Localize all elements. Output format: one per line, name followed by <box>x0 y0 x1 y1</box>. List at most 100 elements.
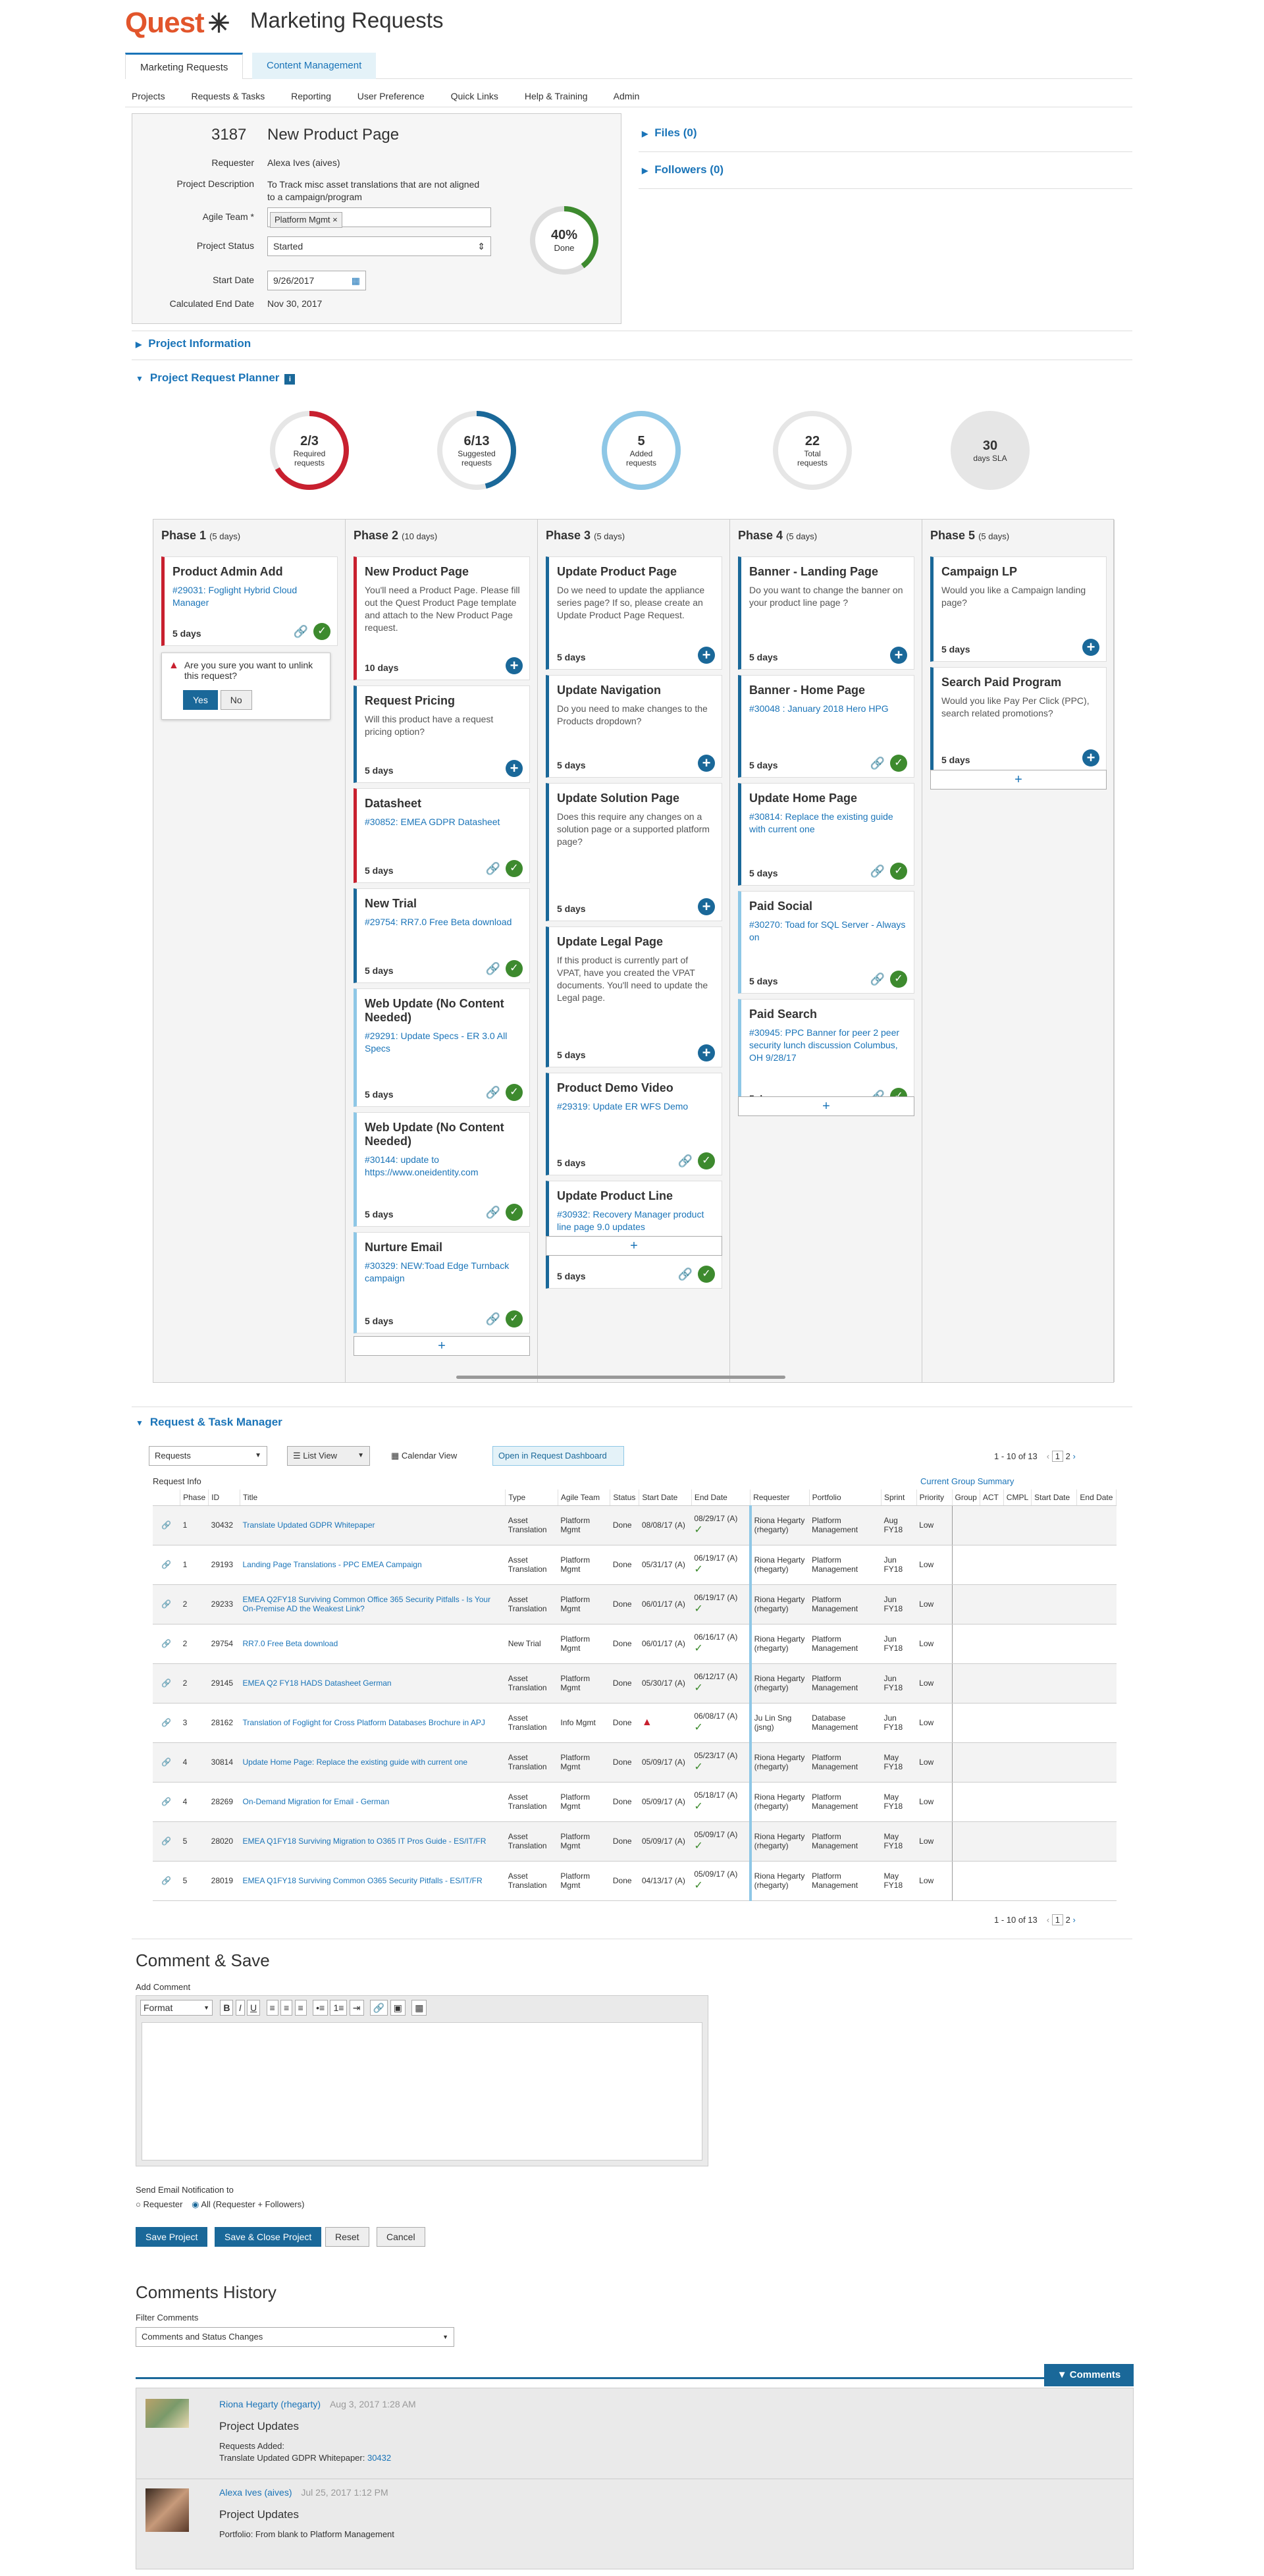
unlink-icon[interactable]: 🔗 <box>486 1206 500 1220</box>
request-card[interactable]: New Trial #29754: RR7.0 Free Beta downloa… <box>354 888 530 983</box>
table-row[interactable]: 🔗 5 28019 EMEA Q1FY18 Surviving Common O365… <box>153 1861 1117 1901</box>
current-group-summary[interactable]: Current Group Summary <box>920 1476 1014 1486</box>
request-card[interactable]: Web Update (No Content Needed) #30144: up… <box>354 1112 530 1227</box>
unlink-icon[interactable]: 🔗 <box>486 1312 500 1326</box>
horizontal-scrollbar[interactable] <box>456 1376 785 1379</box>
page-2[interactable]: 2 <box>1066 1451 1070 1461</box>
row-link-icon[interactable]: 🔗 <box>153 1821 180 1862</box>
prev-page-icon[interactable]: ‹ <box>1047 1915 1049 1925</box>
numbered-list-icon[interactable]: 1≡ <box>330 2000 348 2016</box>
nav-help-training[interactable]: Help & Training <box>525 91 588 101</box>
format-select[interactable]: Format ▼ <box>140 2000 213 2016</box>
align-right-icon[interactable]: ≡ <box>294 2000 307 2016</box>
radio-requester[interactable]: ○ Requester <box>136 2199 182 2209</box>
card-request-link[interactable]: #30270: Toad for SQL Server - Always on <box>749 919 906 944</box>
image-icon[interactable]: ▣ <box>390 2000 406 2016</box>
unlink-icon[interactable]: 🔗 <box>870 865 885 878</box>
row-link-icon[interactable]: 🔗 <box>153 1624 180 1664</box>
nav-requests-tasks[interactable]: Requests & Tasks <box>191 91 265 101</box>
table-header[interactable]: Agile Team <box>558 1489 611 1506</box>
comments-tab[interactable]: ▼ Comments <box>1044 2364 1134 2386</box>
filter-comments-select[interactable]: Comments and Status Changes ▼ <box>136 2327 454 2347</box>
table-header[interactable]: Type <box>505 1489 558 1506</box>
comment-author[interactable]: Alexa Ives (aives) <box>219 2487 292 2498</box>
add-request-icon[interactable]: + <box>506 657 523 674</box>
page-1[interactable]: 1 <box>1051 1914 1063 1925</box>
add-request-icon[interactable]: + <box>1082 749 1099 766</box>
view-select[interactable]: ☰ List View ▼ <box>287 1446 370 1466</box>
add-card-button[interactable]: + <box>546 1236 722 1256</box>
unlink-icon[interactable]: 🔗 <box>870 973 885 986</box>
card-request-link[interactable]: #30814: Replace the existing guide with … <box>749 811 906 836</box>
card-request-link[interactable]: #30945: PPC Banner for peer 2 peer secur… <box>749 1027 906 1064</box>
table-header[interactable]: Start Date <box>639 1489 692 1506</box>
cancel-button[interactable]: Cancel <box>377 2227 425 2247</box>
table-header[interactable]: CMPL <box>1003 1489 1032 1506</box>
add-request-icon[interactable]: + <box>698 755 715 772</box>
prev-page-icon[interactable]: ‹ <box>1047 1451 1049 1461</box>
card-request-link[interactable]: #29031: Foglight Hybrid Cloud Manager <box>172 584 329 609</box>
add-card-button[interactable]: + <box>354 1336 530 1356</box>
calendar-icon[interactable]: ▦ <box>352 271 360 290</box>
request-card[interactable]: Banner - Landing Page Do you want to chan… <box>738 556 914 670</box>
add-card-button[interactable]: + <box>738 1096 914 1116</box>
request-card[interactable]: Request Pricing Will this product have a … <box>354 685 530 783</box>
table-row[interactable]: 🔗 2 29145 EMEA Q2 FY18 HADS Datasheet Germa… <box>153 1663 1117 1704</box>
table-header[interactable]: Sprint <box>881 1489 917 1506</box>
agile-team-field[interactable]: Platform Mgmt × <box>267 207 491 228</box>
followers-toggle[interactable]: ▶ Followers (0) <box>642 163 724 176</box>
table-header[interactable]: End Date <box>691 1489 751 1506</box>
request-card[interactable]: New Product Page You'll need a Product Pa… <box>354 556 530 680</box>
request-card[interactable]: Product Demo Video #29319: Update ER WFS … <box>546 1073 722 1175</box>
request-title-link[interactable]: Landing Page Translations - PPC EMEA Cam… <box>243 1560 422 1569</box>
row-link-icon[interactable]: 🔗 <box>153 1505 180 1545</box>
card-request-link[interactable]: #30048 : January 2018 Hero HPG <box>749 703 906 715</box>
row-link-icon[interactable]: 🔗 <box>153 1545 180 1585</box>
next-page-icon[interactable]: › <box>1072 1915 1075 1925</box>
card-request-link[interactable]: #30852: EMEA GDPR Datasheet <box>365 816 521 828</box>
files-toggle[interactable]: ▶ Files (0) <box>642 126 697 140</box>
table-row[interactable]: 🔗 1 30432 Translate Updated GDPR Whitepaper… <box>153 1505 1117 1545</box>
table-header[interactable]: Phase <box>180 1489 209 1506</box>
open-dashboard-button[interactable]: Open in Request Dashboard <box>492 1446 624 1466</box>
row-link-icon[interactable]: 🔗 <box>153 1742 180 1783</box>
nav-quick-links[interactable]: Quick Links <box>451 91 498 101</box>
tab-content-management[interactable]: Content Management <box>252 53 377 79</box>
unlink-icon[interactable]: 🔗 <box>870 757 885 770</box>
comment-request-link[interactable]: 30432 <box>367 2453 391 2463</box>
card-request-link[interactable]: #29291: Update Specs - ER 3.0 All Specs <box>365 1030 521 1055</box>
unlink-icon[interactable]: 🔗 <box>678 1154 693 1168</box>
request-card[interactable]: Update Home Page #30814: Replace the exis… <box>738 783 914 886</box>
add-request-icon[interactable]: + <box>698 1044 715 1061</box>
row-link-icon[interactable]: 🔗 <box>153 1703 180 1743</box>
request-card[interactable]: Paid Search #30945: PPC Banner for peer 2… <box>738 999 914 1111</box>
card-request-link[interactable]: #30144: update to https://www.oneidentit… <box>365 1154 521 1179</box>
request-task-manager-toggle[interactable]: ▼ Request & Task Manager <box>136 1416 282 1429</box>
bullet-list-icon[interactable]: •≡ <box>313 2000 329 2016</box>
link-icon[interactable]: 🔗 <box>369 2000 388 2016</box>
table-header[interactable]: Start Date <box>1031 1489 1078 1506</box>
next-page-icon[interactable]: › <box>1072 1451 1075 1461</box>
unlink-icon[interactable]: 🔗 <box>486 1086 500 1100</box>
nav-projects[interactable]: Projects <box>132 91 165 101</box>
request-filter-select[interactable]: Requests ▼ <box>149 1446 267 1466</box>
request-card[interactable]: Datasheet #30852: EMEA GDPR Datasheet 5 da… <box>354 788 530 883</box>
row-link-icon[interactable]: 🔗 <box>153 1663 180 1704</box>
save-close-button[interactable]: Save & Close Project <box>215 2227 322 2247</box>
unlink-icon[interactable]: 🔗 <box>294 625 308 639</box>
table-header[interactable]: Title <box>240 1489 506 1506</box>
table-row[interactable]: 🔗 4 30814 Update Home Page: Replace the exi… <box>153 1742 1117 1783</box>
add-card-button[interactable]: + <box>930 770 1107 790</box>
request-title-link[interactable]: EMEA Q1FY18 Surviving Common O365 Securi… <box>243 1876 483 1885</box>
unlink-icon[interactable]: 🔗 <box>486 962 500 976</box>
comment-author[interactable]: Riona Hegarty (rhegarty) <box>219 2399 321 2409</box>
request-card[interactable]: Campaign LP Would you like a Campaign lan… <box>930 556 1107 662</box>
unlink-icon[interactable]: 🔗 <box>486 862 500 876</box>
table-row[interactable]: 🔗 3 28162 Translation of Foglight for Cross… <box>153 1703 1117 1743</box>
row-link-icon[interactable]: 🔗 <box>153 1584 180 1624</box>
table-header[interactable]: End Date <box>1076 1489 1117 1506</box>
confirm-no-button[interactable]: No <box>220 690 252 710</box>
page-1[interactable]: 1 <box>1051 1451 1063 1462</box>
add-request-icon[interactable]: + <box>506 760 523 777</box>
bold-icon[interactable]: B <box>220 2000 234 2016</box>
